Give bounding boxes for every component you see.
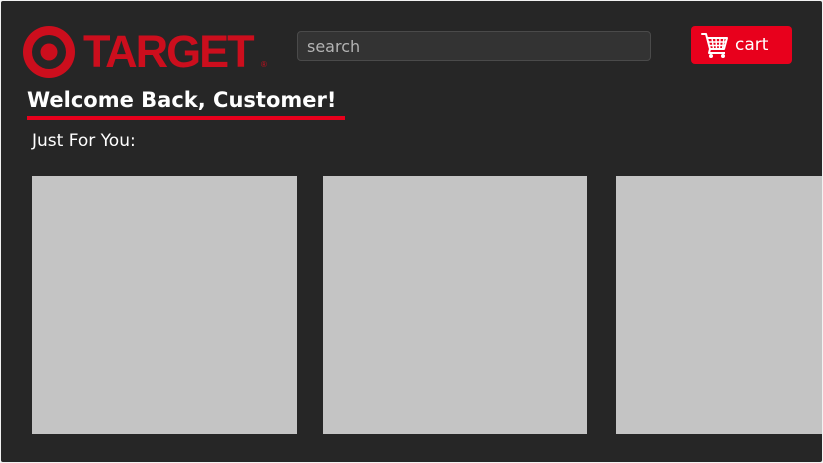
- welcome-underline: [27, 116, 345, 120]
- cart-label: cart: [735, 35, 769, 55]
- product-card[interactable]: [616, 176, 822, 434]
- product-card[interactable]: [323, 176, 587, 434]
- app-frame: TARGET ® cart Welcome Back, Customer! Ju…: [1, 1, 822, 462]
- target-logo[interactable]: TARGET ®: [23, 26, 267, 78]
- product-card[interactable]: [32, 176, 297, 434]
- welcome-heading: Welcome Back, Customer!: [27, 88, 337, 112]
- registered-mark: ®: [261, 60, 267, 69]
- cart-button[interactable]: cart: [691, 26, 792, 64]
- search-input[interactable]: [297, 31, 651, 61]
- logo-wordmark: TARGET: [83, 26, 255, 77]
- shopping-cart-icon: [701, 33, 728, 58]
- bullseye-icon: [23, 26, 75, 78]
- section-title: Just For You:: [32, 131, 136, 151]
